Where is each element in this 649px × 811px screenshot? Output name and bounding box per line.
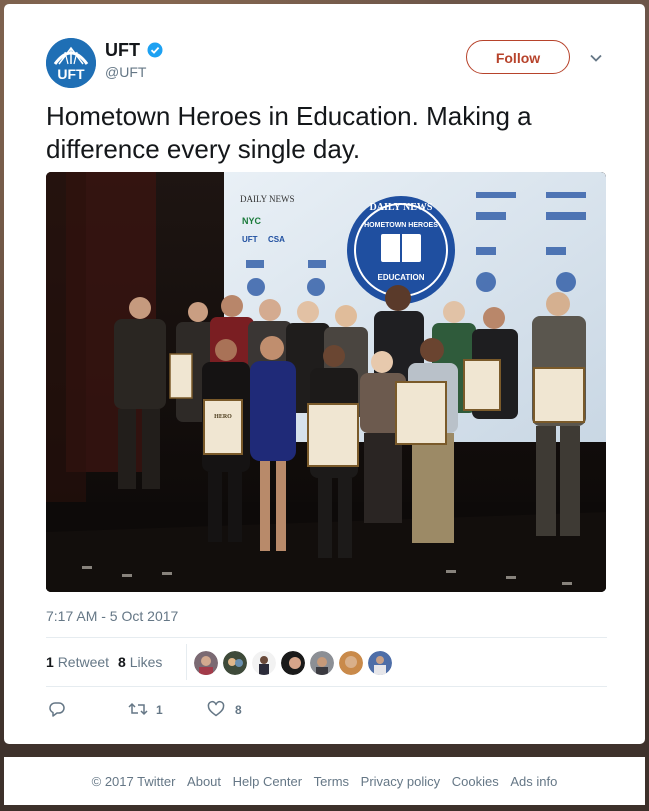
user-handle[interactable]: @UFT [105,64,146,80]
follow-button[interactable]: Follow [466,40,570,74]
retweets-count: 1 [46,654,54,670]
footer-link-ads-info[interactable]: Ads info [510,774,557,789]
avatar[interactable]: UFT [46,38,96,88]
footer-link-about[interactable]: About [187,774,221,789]
stats-divider [186,644,187,680]
tweet-card: UFT UFT @UFT Follow Hometown Heroes in E… [4,4,645,744]
likes-stat[interactable]: 8 Likes [118,654,162,670]
banner-nyc-text: NYC [242,216,262,226]
display-name[interactable]: UFT [105,40,140,61]
badge-top-text: DAILY NEWS [370,202,433,213]
banner-csa-text: CSA [268,235,285,244]
footer-link-privacy[interactable]: Privacy policy [361,774,440,789]
liker-avatar[interactable] [339,651,363,675]
retweet-action[interactable]: 1 [128,700,168,720]
certificate-label: HERO [214,414,232,420]
retweet-count: 1 [156,703,163,717]
badge-bottom-text: EDUCATION [378,273,425,282]
reply-action[interactable] [48,700,68,720]
tweet-stats: 1 Retweet 8 Likes [46,637,607,687]
avatar-logo-text: UFT [57,66,85,82]
liker-avatar[interactable] [252,651,276,675]
retweets-label: Retweet [57,654,110,670]
like-action[interactable]: 8 [207,700,247,720]
footer-link-cookies[interactable]: Cookies [452,774,499,789]
liker-avatar[interactable] [281,651,305,675]
like-count: 8 [235,703,242,717]
liker-avatar[interactable] [223,651,247,675]
liker-avatar[interactable] [368,651,392,675]
badge-middle-text: HOMETOWN HEROES [364,222,438,229]
reply-icon [49,702,65,717]
twitter-footer: © 2017 Twitter About Help Center Terms P… [4,757,645,805]
banner-brand-text: DAILY NEWS [240,194,295,204]
footer-copyright: © 2017 Twitter [91,774,176,789]
footer-link-help-center[interactable]: Help Center [233,774,302,789]
verified-badge-icon [147,42,163,58]
heart-icon [207,700,225,717]
event-photo: DAILY NEWS NYC UFT CSA DAILY NEWS HOMETO… [46,172,606,592]
tweet-photo[interactable]: DAILY NEWS NYC UFT CSA DAILY NEWS HOMETO… [46,172,606,592]
chevron-down-icon[interactable] [588,50,604,66]
retweets-stat[interactable]: 1 Retweet [46,654,109,670]
liker-avatar[interactable] [194,651,218,675]
likes-count: 8 [118,654,126,670]
likes-label: Likes [129,654,163,670]
footer-link-terms[interactable]: Terms [314,774,349,789]
tweet-text: Hometown Heroes in Education. Making a d… [46,101,532,164]
liker-avatar[interactable] [310,651,334,675]
retweet-icon [128,702,148,716]
tweet-timestamp[interactable]: 7:17 AM - 5 Oct 2017 [46,608,178,624]
banner-uft-text: UFT [242,235,258,244]
footer-links: © 2017 Twitter About Help Center Terms P… [4,774,645,789]
uft-logo-icon: UFT [46,38,96,88]
